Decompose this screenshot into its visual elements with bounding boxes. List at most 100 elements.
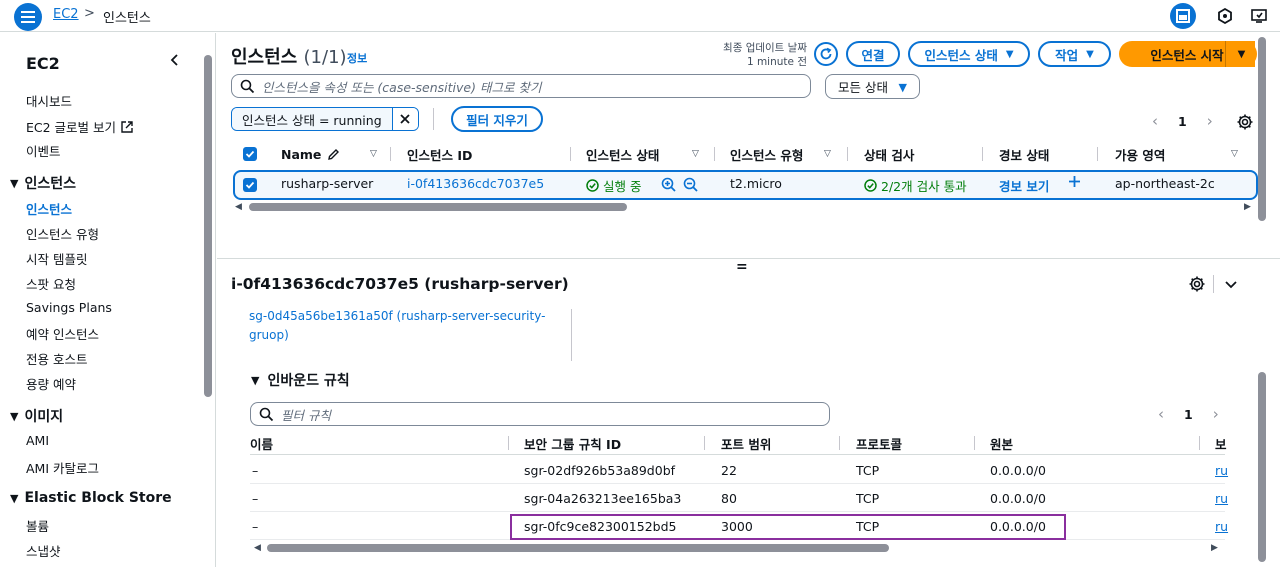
clear-filters-label: 필터 지우기: [466, 112, 528, 128]
rule-link[interactable]: ru: [1215, 512, 1228, 540]
instance-state-button[interactable]: 인스턴스 상태 ▼: [908, 41, 1030, 67]
scroll-left-icon[interactable]: ◀: [254, 543, 261, 553]
status-filter-select[interactable]: 모든 상태 ▼: [825, 74, 920, 99]
next-page-icon[interactable]: ›: [1207, 112, 1213, 130]
split-panel-divider[interactable]: [217, 258, 1280, 259]
actions-button[interactable]: 작업 ▼: [1038, 41, 1111, 67]
notifications-icon[interactable]: [1246, 3, 1272, 29]
sort-icon[interactable]: ▽: [824, 149, 831, 159]
info-link[interactable]: 정보: [347, 50, 367, 66]
add-alarm-icon[interactable]: [1068, 175, 1081, 188]
prev-page-icon[interactable]: ‹: [1152, 112, 1158, 130]
menu-icon[interactable]: [14, 3, 42, 31]
nav-item-global-view[interactable]: EC2 글로벌 보기: [26, 117, 133, 136]
nav-item-reserved-instances[interactable]: 예약 인스턴스: [26, 324, 99, 343]
col-name-label: Name: [281, 146, 322, 162]
nav-item-savings-plans[interactable]: Savings Plans: [26, 300, 112, 315]
caret-down-icon: ▼: [1237, 48, 1246, 60]
rules-horizontal-scrollbar[interactable]: [267, 544, 889, 552]
col-availability-zone-label: 가용 영역: [1115, 147, 1166, 163]
col-instance-id[interactable]: 인스턴스 ID: [407, 141, 472, 167]
table-horizontal-scrollbar[interactable]: [249, 203, 627, 211]
table-row: – sgr-02df926b53a89d0bf 22 TCP 0.0.0.0/0…: [250, 456, 1228, 484]
collapse-nav-icon[interactable]: [166, 51, 184, 69]
clear-filters-button[interactable]: 필터 지우기: [451, 106, 543, 132]
column-divider: [1199, 436, 1200, 450]
col-truncated[interactable]: 보: [1215, 431, 1227, 455]
row-checkbox[interactable]: [243, 178, 257, 192]
nav-section-images[interactable]: ▼ 이미지: [10, 406, 63, 426]
breadcrumb-separator: >: [84, 6, 95, 21]
scroll-left-icon[interactable]: ◀: [235, 202, 242, 212]
zoom-out-icon[interactable]: [683, 177, 698, 192]
nav-item-volumes[interactable]: 볼륨: [26, 516, 49, 535]
col-port-range[interactable]: 포트 범위: [721, 431, 771, 455]
preferences-gear-icon[interactable]: [1236, 113, 1254, 131]
nav-item-instance-types[interactable]: 인스턴스 유형: [26, 224, 99, 243]
connect-button[interactable]: 연결: [846, 41, 900, 67]
col-rule-name[interactable]: 이름: [250, 431, 273, 455]
status-filter-value: 모든 상태: [838, 80, 888, 95]
nav-item-instances[interactable]: 인스턴스: [26, 199, 72, 218]
rule-protocol: TCP: [856, 490, 880, 506]
current-page[interactable]: 1: [1178, 114, 1187, 129]
rule-name: –: [252, 462, 259, 478]
lower-vertical-scrollbar[interactable]: [1258, 372, 1266, 562]
check-circle-icon: [586, 179, 599, 192]
sort-icon[interactable]: ▽: [1231, 149, 1238, 159]
inbound-rules-section-toggle[interactable]: ▼ 인바운드 규칙: [251, 370, 350, 390]
nav-item-ami[interactable]: AMI: [26, 433, 49, 448]
col-source[interactable]: 원본: [990, 431, 1013, 455]
rules-filter-input[interactable]: 필터 규칙: [250, 402, 830, 426]
col-instance-state[interactable]: 인스턴스 상태: [586, 141, 659, 167]
view-alarms-link[interactable]: 경보 보기: [999, 176, 1049, 195]
inbound-rules-title: 인바운드 규칙: [267, 373, 350, 389]
col-alarm-status[interactable]: 경보 상태: [999, 141, 1049, 167]
col-status-check[interactable]: 상태 검사: [864, 141, 914, 167]
upper-vertical-scrollbar[interactable]: [1258, 37, 1266, 221]
rule-link[interactable]: ru: [1215, 484, 1228, 512]
nav-section-instances[interactable]: ▼ 인스턴스: [10, 173, 76, 193]
panel-layout-icon[interactable]: [1170, 3, 1196, 29]
scroll-right-icon[interactable]: ▶: [1211, 543, 1218, 553]
rule-link[interactable]: ru: [1215, 456, 1228, 484]
sort-icon[interactable]: ▽: [692, 149, 699, 159]
col-availability-zone[interactable]: 가용 영역: [1115, 141, 1165, 167]
col-instance-type-label: 인스턴스 유형: [730, 147, 804, 163]
sort-icon[interactable]: ▽: [370, 149, 377, 159]
zoom-in-icon[interactable]: [661, 177, 676, 192]
select-all-checkbox[interactable]: [243, 147, 257, 161]
launch-dropdown-button[interactable]: ▼: [1225, 41, 1257, 67]
security-group-link[interactable]: sg-0d45a56be1361a50f (rusharp-server-sec…: [249, 307, 549, 345]
nav-item-dedicated-hosts[interactable]: 전용 호스트: [26, 349, 87, 368]
nav-item-events[interactable]: 이벤트: [26, 141, 61, 160]
col-rule-id[interactable]: 보안 그룹 규칙 ID: [524, 431, 621, 455]
remove-filter-button[interactable]: [391, 108, 418, 130]
nav-item-spot-requests[interactable]: 스팟 요청: [26, 274, 76, 293]
breadcrumb-ec2[interactable]: EC2: [53, 7, 79, 22]
resize-handle-icon[interactable]: =: [736, 259, 748, 275]
instance-search-input[interactable]: 인스턴스을 속성 또는 (case-sensitive) 태그로 찾기: [231, 74, 811, 98]
nav-item-dashboard[interactable]: 대시보드: [26, 91, 72, 110]
rule-port: 22: [721, 462, 737, 478]
col-protocol[interactable]: 프로토콜: [856, 431, 902, 455]
nav-scrollbar[interactable]: [204, 55, 212, 397]
refresh-button[interactable]: [814, 42, 838, 66]
caret-down-icon: ▼: [1005, 48, 1014, 60]
nav-item-launch-templates[interactable]: 시작 템플릿: [26, 249, 87, 268]
scroll-right-icon[interactable]: ▶: [1244, 202, 1251, 212]
detail-settings-gear-icon[interactable]: [1188, 275, 1206, 293]
column-divider: [1097, 147, 1098, 161]
next-page-icon[interactable]: ›: [1213, 405, 1219, 423]
cell-instance-id-link[interactable]: i-0f413636cdc7037e5: [407, 176, 544, 191]
security-icon[interactable]: [1212, 3, 1238, 29]
nav-item-snapshots[interactable]: 스냅샷: [26, 541, 61, 560]
nav-item-ami-catalog[interactable]: AMI 카탈로그: [26, 458, 99, 477]
nav-section-ebs[interactable]: ▼ Elastic Block Store: [10, 490, 172, 506]
col-name[interactable]: Name: [281, 141, 340, 167]
prev-page-icon[interactable]: ‹: [1158, 405, 1164, 423]
nav-item-capacity-reservations[interactable]: 용량 예약: [26, 374, 76, 393]
chevron-down-icon[interactable]: [1222, 275, 1240, 293]
rules-current-page[interactable]: 1: [1184, 407, 1193, 422]
col-instance-type[interactable]: 인스턴스 유형: [730, 141, 803, 167]
